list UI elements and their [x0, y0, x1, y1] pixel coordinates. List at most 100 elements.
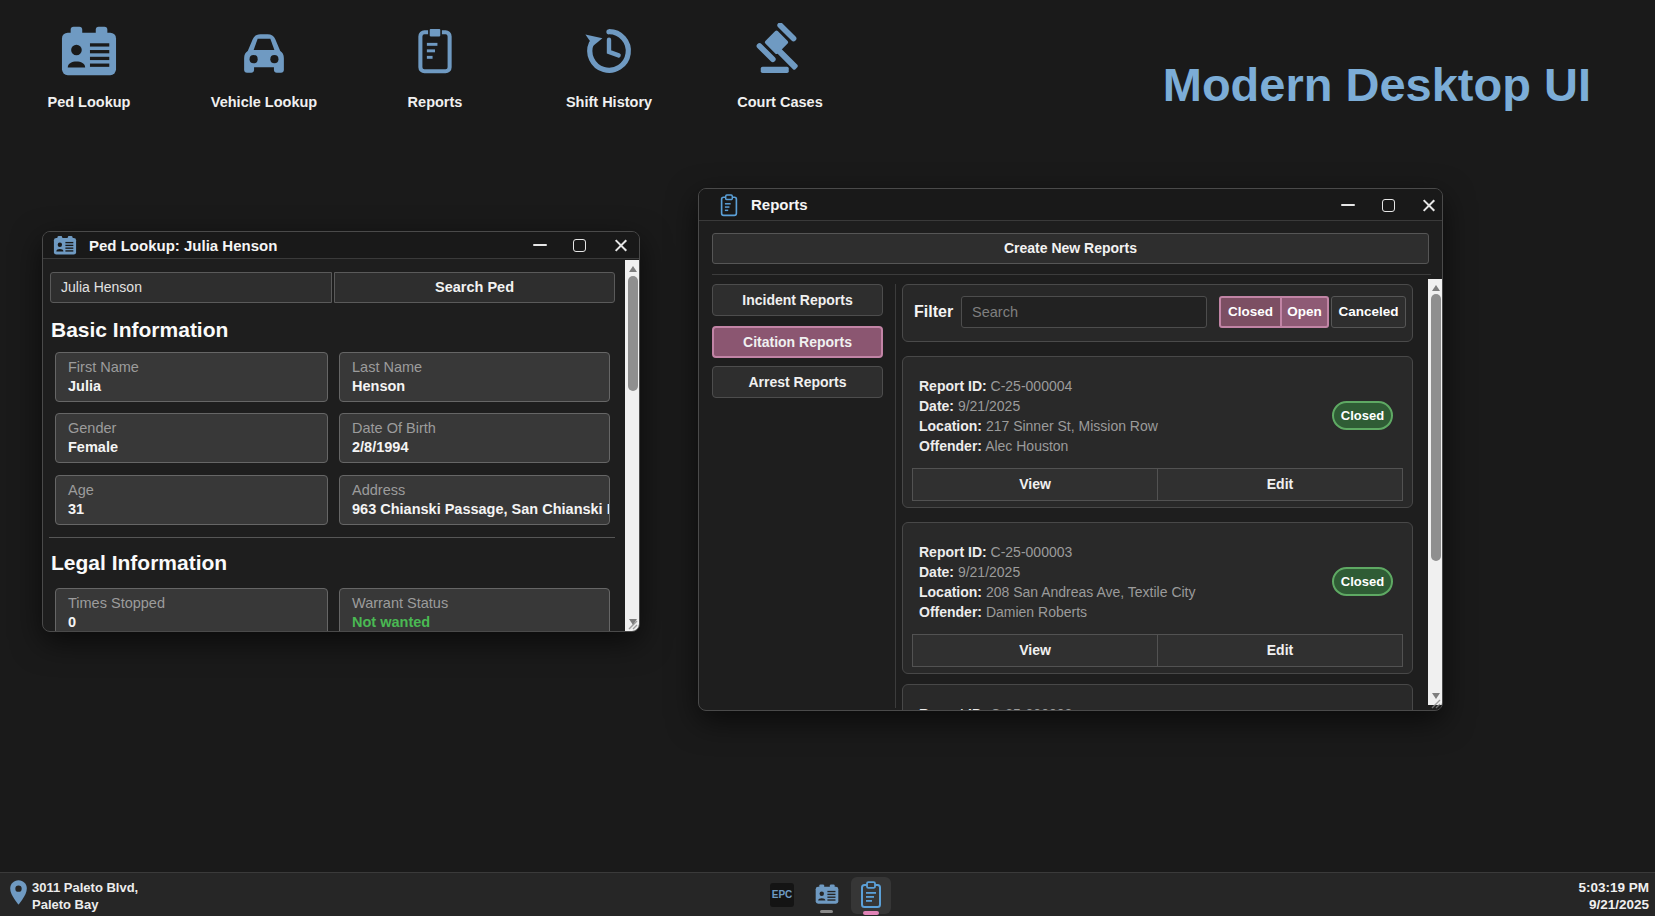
field-label: Date Of Birth: [352, 420, 609, 436]
location-label: Location:: [919, 418, 982, 434]
field-label: Times Stopped: [68, 595, 327, 611]
desktop: Ped Lookup Vehicle Lookup Reports Shift …: [0, 0, 1655, 916]
gavel-icon: [752, 23, 808, 79]
field-times-stopped[interactable]: Times Stopped 0: [55, 588, 328, 632]
maximize-button[interactable]: [564, 234, 594, 256]
field-label: Last Name: [352, 359, 609, 375]
report-id-value: C-25-000004: [991, 378, 1073, 394]
toolbar-item-shift-history[interactable]: Shift History: [524, 23, 694, 110]
filter-open-button[interactable]: Open: [1281, 296, 1329, 328]
basic-information-heading: Basic Information: [51, 318, 228, 342]
scrollbar-thumb[interactable]: [628, 276, 638, 391]
filter-canceled-button[interactable]: Canceled: [1331, 296, 1406, 328]
toolbar-item-court-cases[interactable]: Court Cases: [695, 23, 865, 110]
field-label: Warrant Status: [352, 595, 609, 611]
scroll-up-icon[interactable]: [629, 266, 637, 272]
ped-search-input[interactable]: Julia Henson: [50, 272, 332, 303]
field-value: 2/8/1994: [352, 439, 609, 455]
section-divider: [49, 537, 615, 538]
location-pin-icon: [9, 879, 28, 907]
field-address[interactable]: Address 963 Chianski Passage, San Chians…: [339, 475, 610, 525]
tab-arrest-reports[interactable]: Arrest Reports: [712, 366, 883, 398]
field-value: Julia: [68, 378, 327, 394]
clipboard-icon: [409, 23, 461, 79]
ped-window-titlebar[interactable]: Ped Lookup: Julia Henson: [43, 232, 639, 259]
view-button[interactable]: View: [912, 634, 1158, 667]
toolbar-label: Shift History: [524, 94, 694, 110]
field-age[interactable]: Age 31: [55, 475, 328, 525]
field-last-name[interactable]: Last Name Henson: [339, 352, 610, 402]
field-value: Not wanted: [352, 614, 609, 630]
resize-grip[interactable]: [626, 618, 638, 630]
maximize-button[interactable]: [1373, 194, 1403, 216]
resize-grip[interactable]: [1429, 697, 1441, 709]
date-label: Date:: [919, 564, 954, 580]
field-warrant-status[interactable]: Warrant Status Not wanted: [339, 588, 610, 632]
filter-closed-button[interactable]: Closed: [1219, 296, 1281, 328]
taskbar-indicator-inactive: [820, 910, 833, 913]
taskbar: 3011 Paleto Blvd, Paleto Bay EPC 5:03:1: [0, 872, 1655, 916]
divider: [895, 284, 896, 708]
report-id-value: C-25-000003: [991, 544, 1073, 560]
toolbar-item-reports[interactable]: Reports: [350, 23, 520, 110]
scrollbar-thumb[interactable]: [1431, 294, 1441, 561]
filter-search-input[interactable]: Search: [961, 296, 1207, 328]
app-title: Modern Desktop UI: [1163, 57, 1591, 112]
tab-citation-reports[interactable]: Citation Reports: [712, 326, 883, 358]
field-date-of-birth[interactable]: Date Of Birth 2/8/1994: [339, 413, 610, 463]
field-value: 31: [68, 501, 327, 517]
tab-incident-reports[interactable]: Incident Reports: [712, 284, 883, 316]
clock-time: 5:03:19 PM: [1578, 879, 1649, 896]
edit-button[interactable]: Edit: [1158, 634, 1403, 667]
location-value: 217 Sinner St, Mission Row: [986, 418, 1158, 434]
scroll-up-icon[interactable]: [1432, 285, 1440, 291]
close-button[interactable]: [605, 234, 635, 256]
reports-window: Reports Create New Reports Incident Repo…: [698, 188, 1443, 711]
address-line2: Paleto Bay: [32, 896, 138, 913]
taskbar-ped-lookup-icon[interactable]: [814, 884, 840, 905]
location-label: Location:: [919, 584, 982, 600]
taskbar-reports-icon[interactable]: [858, 881, 884, 909]
offender-value: Alec Houston: [985, 438, 1068, 454]
id-card-icon: [52, 236, 78, 255]
search-ped-button[interactable]: Search Ped: [334, 272, 615, 303]
filter-label: Filter: [914, 303, 953, 321]
clock-date: 9/21/2025: [1578, 896, 1649, 913]
reports-scrollbar[interactable]: [1428, 279, 1443, 705]
filter-panel: Filter Search Closed Open Canceled: [902, 284, 1413, 342]
field-value: Female: [68, 439, 327, 455]
location-value: 208 San Andreas Ave, Textile City: [986, 584, 1196, 600]
ped-window-title: Ped Lookup: Julia Henson: [89, 237, 277, 254]
close-button[interactable]: [1413, 194, 1443, 216]
ped-scrollbar[interactable]: [625, 260, 640, 631]
minimize-button[interactable]: [525, 234, 555, 256]
report-id-label: Report ID:: [919, 378, 987, 394]
reports-window-titlebar[interactable]: Reports: [699, 189, 1442, 221]
report-card: Report ID: C-25-000004 Date: 9/21/2025 L…: [902, 356, 1413, 508]
address-line1: 3011 Paleto Blvd,: [32, 879, 138, 896]
offender-value: Damien Roberts: [986, 604, 1087, 620]
field-gender[interactable]: Gender Female: [55, 413, 328, 463]
report-id-label: Report ID:: [919, 706, 987, 711]
edit-button[interactable]: Edit: [1158, 468, 1403, 501]
toolbar-label: Ped Lookup: [4, 94, 174, 110]
view-button[interactable]: View: [912, 468, 1158, 501]
date-label: Date:: [919, 398, 954, 414]
toolbar-label: Reports: [350, 94, 520, 110]
field-label: Gender: [68, 420, 327, 436]
create-new-reports-button[interactable]: Create New Reports: [712, 233, 1429, 264]
field-label: Address: [352, 482, 609, 498]
toolbar-item-vehicle-lookup[interactable]: Vehicle Lookup: [179, 23, 349, 110]
report-card: Report ID: C-25-000002: [902, 684, 1413, 711]
report-id-label: Report ID:: [919, 544, 987, 560]
offender-label: Offender:: [919, 604, 982, 620]
ped-lookup-window: Ped Lookup: Julia Henson Julia Henson Se…: [42, 231, 640, 632]
offender-label: Offender:: [919, 438, 982, 454]
taskbar-epc-button[interactable]: EPC: [770, 883, 794, 907]
taskbar-clock: 5:03:19 PM 9/21/2025: [1578, 879, 1649, 913]
field-first-name[interactable]: First Name Julia: [55, 352, 328, 402]
minimize-button[interactable]: [1333, 194, 1363, 216]
toolbar-item-ped-lookup[interactable]: Ped Lookup: [4, 23, 174, 110]
report-id-value: C-25-000002: [991, 706, 1073, 711]
field-value: 963 Chianski Passage, San Chianski Mou: [352, 501, 609, 517]
